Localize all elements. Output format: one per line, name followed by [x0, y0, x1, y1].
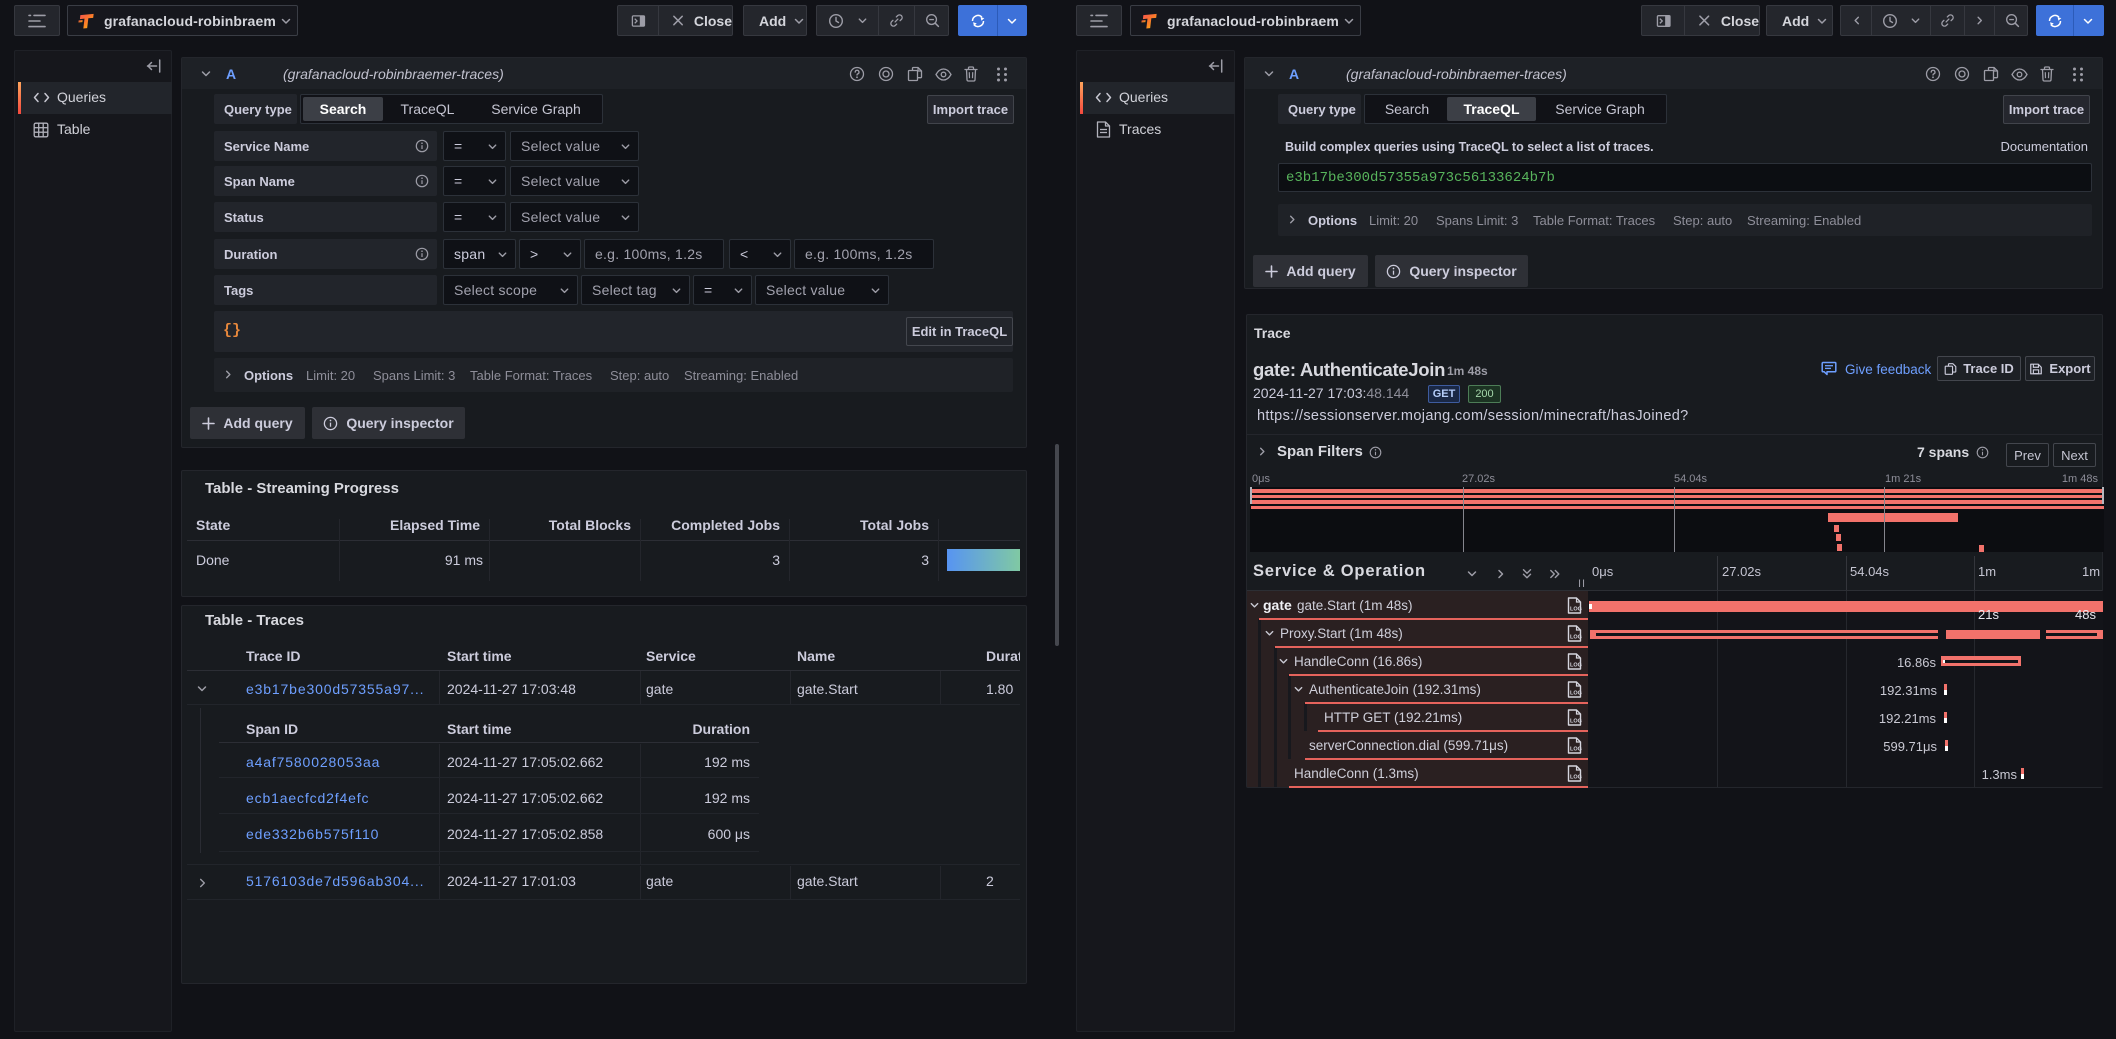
svg-text:LOG: LOG: [1570, 607, 1582, 613]
svg-text:LOG: LOG: [1570, 635, 1582, 641]
